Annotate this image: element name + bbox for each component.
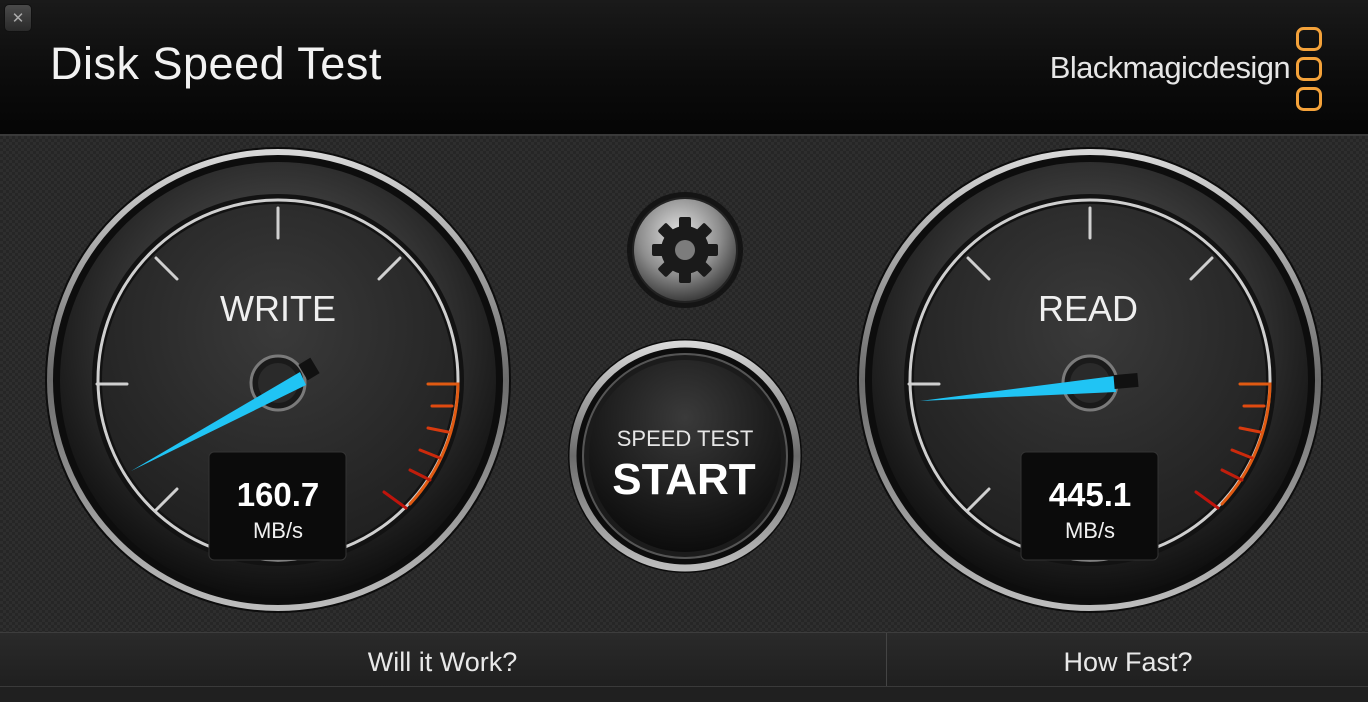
blackmagic-logo-icon (1296, 27, 1322, 111)
tab-how-fast[interactable]: How Fast? (886, 633, 1368, 689)
write-label: WRITE (220, 288, 336, 329)
app-title: Disk Speed Test (50, 38, 382, 89)
start-button-subtitle: SPEED TEST (617, 426, 754, 451)
footer-strip (0, 686, 1368, 702)
brand-name: Blackmagicdesign (1049, 50, 1291, 85)
close-icon[interactable]: ✕ (4, 4, 32, 32)
gear-icon (652, 217, 718, 283)
gauge-panel: WRITE 160.7 MB/s READ 445.1 MB/s SPEED T… (0, 136, 1368, 632)
write-unit: MB/s (253, 518, 303, 543)
start-button[interactable]: SPEED TEST START (568, 339, 802, 573)
write-gauge: WRITE 160.7 MB/s (45, 147, 511, 613)
title-bar: ✕ Disk Speed Test Blackmagicdesign (0, 0, 1368, 136)
write-value: 160.7 (237, 476, 320, 513)
read-unit: MB/s (1065, 518, 1115, 543)
tab-will-it-work[interactable]: Will it Work? (0, 633, 885, 689)
read-label: READ (1038, 288, 1138, 329)
settings-button[interactable] (627, 192, 743, 308)
disk-speed-test-window: ✕ Disk Speed Test Blackmagicdesign WRITE… (0, 0, 1368, 702)
read-value: 445.1 (1049, 476, 1132, 513)
read-gauge: READ 445.1 MB/s (857, 147, 1323, 613)
start-button-label: START (612, 455, 756, 504)
